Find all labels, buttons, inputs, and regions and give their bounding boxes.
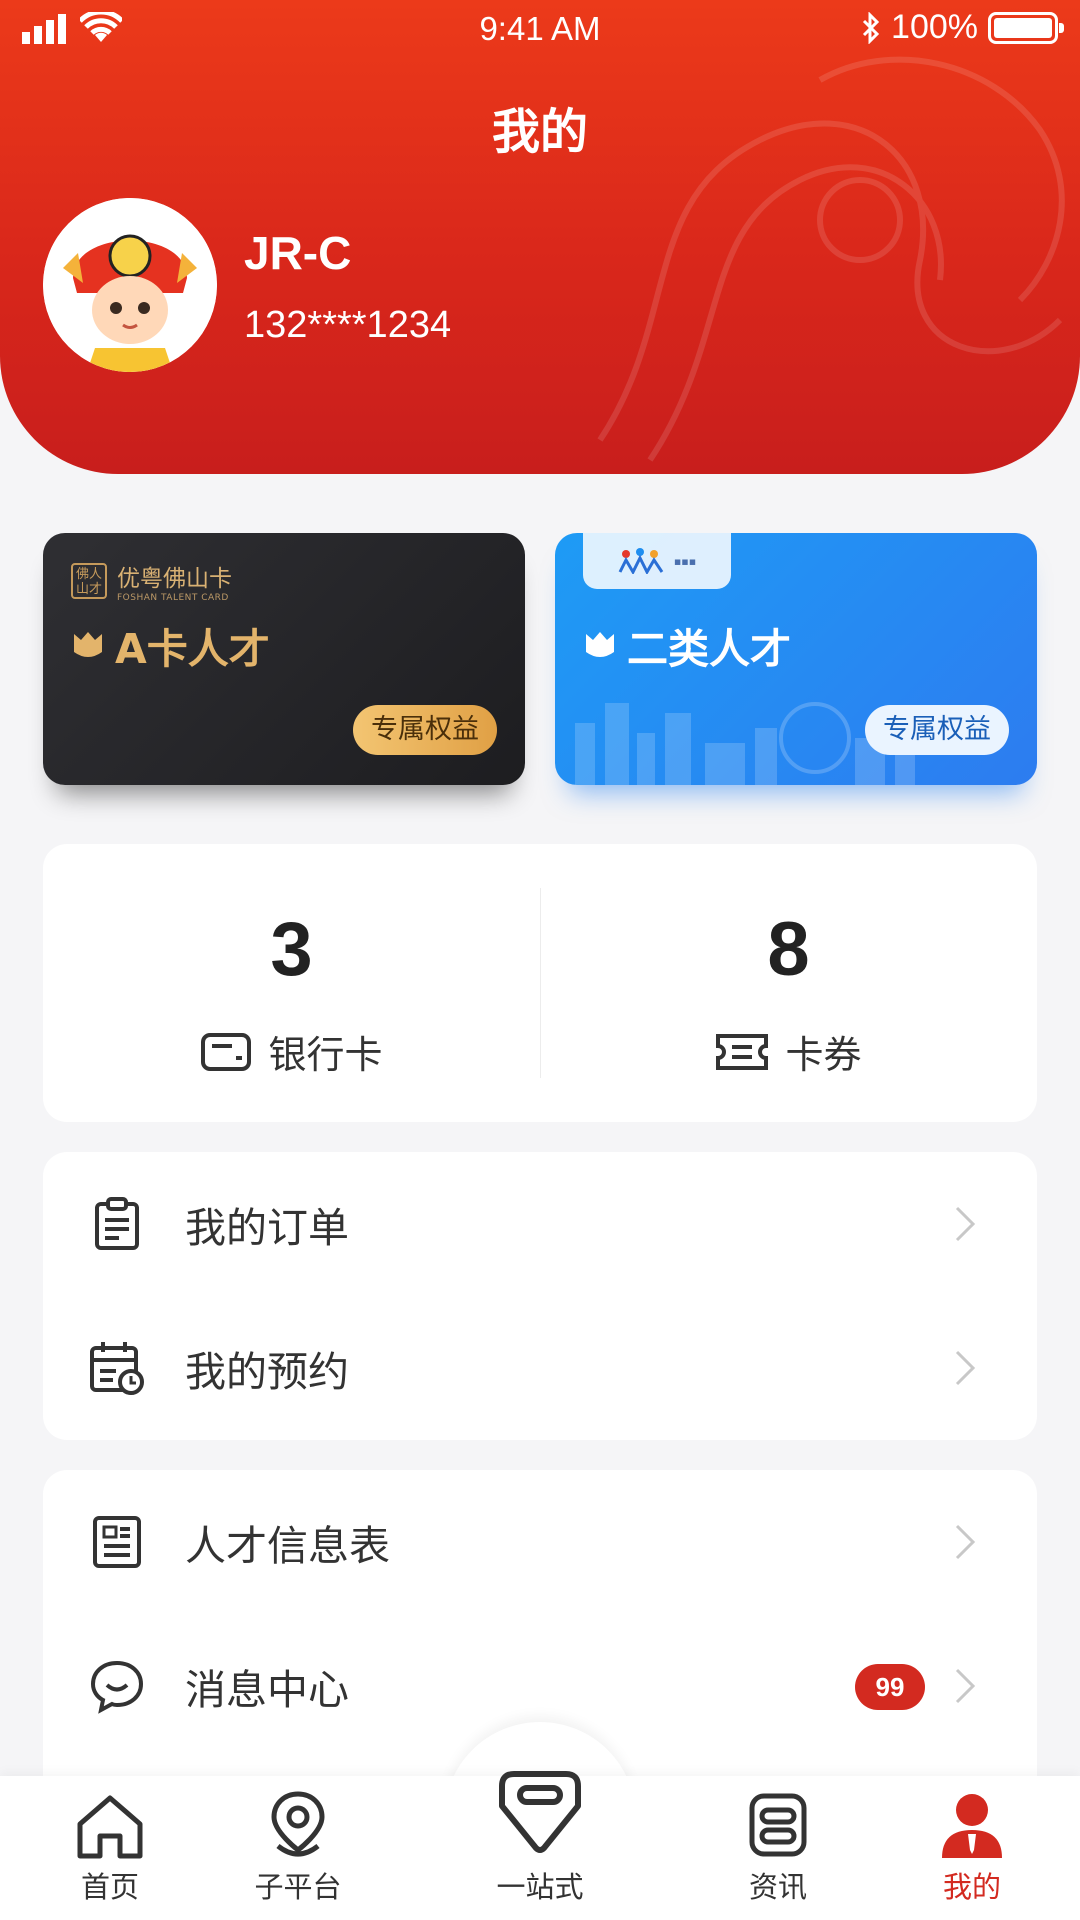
exclusive-benefits-button[interactable]: 专属权益 [865, 705, 1009, 755]
tab-label: 一站式 [496, 1870, 584, 1904]
card-title: 二类人才 [583, 615, 791, 675]
chat-bubble-icon [90, 1660, 144, 1714]
tab-news[interactable]: 资讯 [708, 1790, 848, 1906]
menu-item-talent-info[interactable]: 人才信息表 [43, 1470, 1037, 1614]
ticket-stat[interactable]: 8 卡券 [540, 844, 1037, 1122]
lion-mascot-icon [43, 198, 217, 372]
battery-percent: 100% [891, 8, 978, 46]
foshan-logo-icon: 佛人 山才 [71, 563, 107, 599]
tab-mine[interactable]: 我的 [902, 1790, 1042, 1906]
tab-home[interactable]: 首页 [40, 1790, 180, 1906]
chevron-right-icon [955, 1206, 976, 1242]
talent-card-a[interactable]: 佛人 山才 优粤佛山卡 FOSHAN TALENT CARD A卡人才 专属权益 [43, 533, 525, 785]
people-logo-icon [618, 548, 664, 574]
tab-label: 子平台 [254, 1870, 342, 1904]
tab-sub-platform[interactable]: 子平台 [228, 1790, 368, 1906]
page-title: 我的 [491, 104, 588, 160]
crown-shield-icon [74, 632, 102, 657]
user-icon [942, 1794, 1002, 1858]
battery-icon [988, 11, 1064, 44]
bank-card-label: 银行卡 [43, 1024, 540, 1079]
ticket-label: 卡券 [540, 1024, 1037, 1079]
location-pin-icon [271, 1791, 325, 1857]
menu-item-label: 消息中心 [185, 1666, 349, 1714]
menu-item-label: 我的订单 [185, 1204, 349, 1252]
card-brand-sub: FOSHAN TALENT CARD [117, 593, 229, 603]
document-icon [93, 1516, 141, 1568]
ticket-icon [716, 1033, 769, 1070]
partner-logo: ▪▪▪ [583, 533, 731, 589]
tab-label: 首页 [80, 1870, 139, 1904]
status-bar: 9:41 AM 100% [0, 0, 1080, 60]
watermark-decoration [597, 56, 1065, 462]
stats-panel: 3 银行卡 8 卡券 [43, 844, 1037, 1122]
partner-logo-text: ▪▪▪ [673, 554, 697, 568]
clipboard-icon [95, 1197, 139, 1250]
exclusive-benefits-button[interactable]: 专属权益 [353, 705, 497, 755]
chevron-right-icon [955, 1350, 976, 1386]
card-brand-name: 优粤佛山卡 [117, 566, 232, 592]
one-stop-icon [499, 1771, 581, 1853]
user-name: JR-C [244, 227, 352, 279]
card-brand: 佛人 山才 优粤佛山卡 FOSHAN TALENT CARD [71, 559, 232, 603]
calendar-clock-icon [90, 1342, 144, 1395]
ticket-count: 8 [767, 907, 810, 992]
tab-one-stop[interactable]: 一站式 [470, 1762, 610, 1906]
avatar[interactable] [43, 198, 217, 372]
bank-card-count: 3 [270, 907, 313, 992]
crown-shield-icon [586, 632, 614, 657]
menu-item-label: 我的预约 [185, 1348, 349, 1396]
menu-group-orders: 我的订单 我的预约 [43, 1152, 1037, 1440]
unread-badge: 99 [855, 1664, 925, 1710]
bluetooth-icon [862, 11, 880, 44]
profile-header: 9:41 AM 100% 我的 JR-C 132****1234 [0, 0, 1080, 474]
tab-label: 资讯 [748, 1870, 807, 1904]
chevron-right-icon [955, 1668, 976, 1704]
menu-item-appointments[interactable]: 我的预约 [43, 1296, 1037, 1440]
chevron-right-icon [955, 1524, 976, 1560]
tab-label: 我的 [942, 1870, 1001, 1904]
card-title: A卡人才 [71, 615, 270, 675]
news-icon [749, 1793, 807, 1857]
menu-item-label: 人才信息表 [185, 1522, 390, 1570]
status-right: 100% [861, 8, 1064, 47]
bank-card-icon [201, 1032, 252, 1071]
talent-card-b[interactable]: ▪▪▪ 二类人才 专属权益 [555, 533, 1037, 785]
home-icon [77, 1795, 143, 1859]
bank-card-stat[interactable]: 3 银行卡 [43, 844, 540, 1122]
menu-item-orders[interactable]: 我的订单 [43, 1152, 1037, 1296]
user-phone: 132****1234 [244, 304, 452, 346]
